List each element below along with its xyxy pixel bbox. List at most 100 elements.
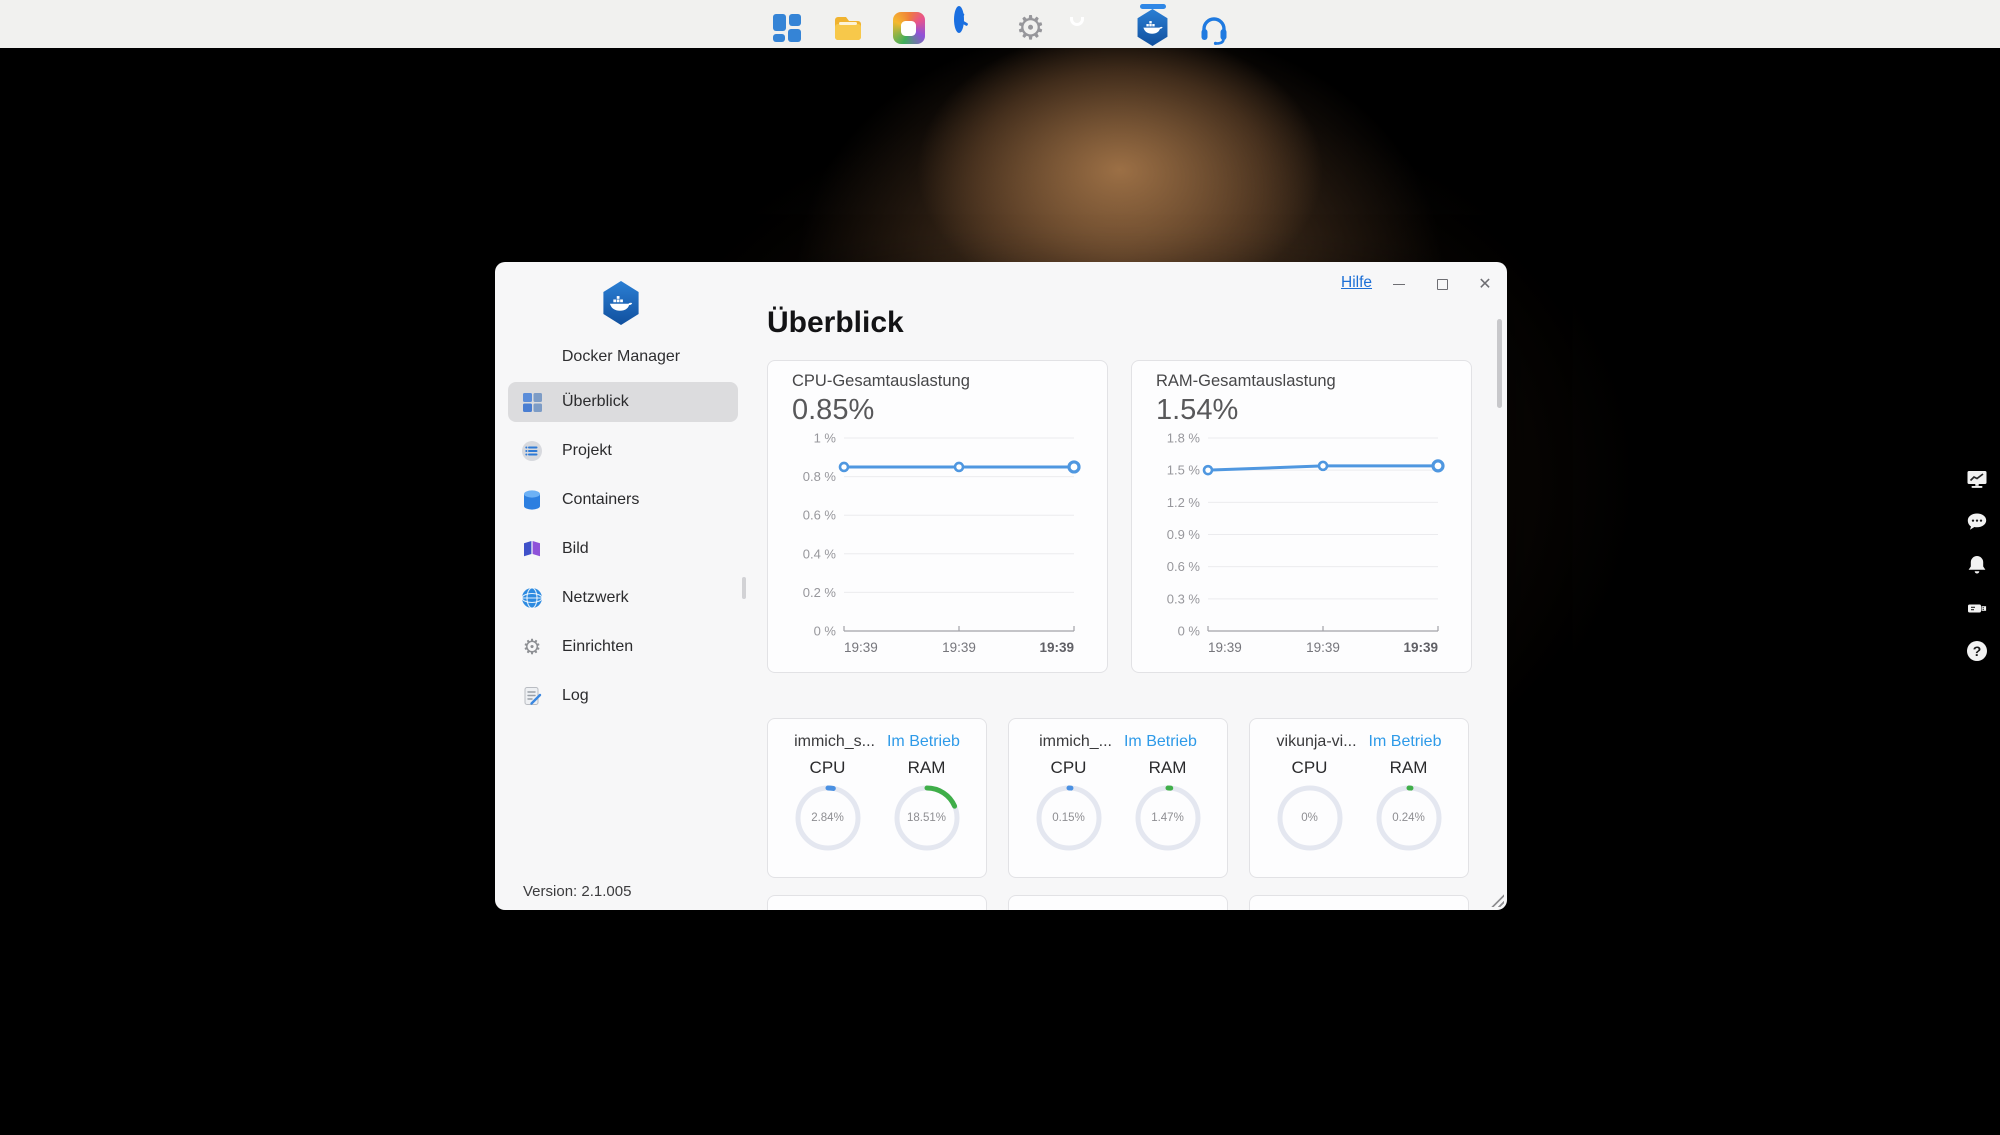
- headset-icon: [1197, 11, 1231, 45]
- sidebar-item-netzwerk[interactable]: Netzwerk: [508, 578, 738, 618]
- log-icon: [519, 683, 545, 709]
- ram-gauge-value: 18.51%: [892, 783, 962, 853]
- sidebar-item-label: Log: [562, 687, 589, 705]
- package-bag-icon: [1075, 11, 1109, 45]
- cpu-gauge-value: 0%: [1275, 783, 1345, 853]
- grid-icon: [519, 389, 545, 415]
- scrollbar-thumb[interactable]: [1497, 319, 1502, 408]
- svg-text:0.8 %: 0.8 %: [803, 469, 837, 484]
- chat-icon[interactable]: [1966, 511, 1988, 533]
- container-card-immich[interactable]: immich_... Im Betrieb CPU 0.15% RAM 1.47…: [1008, 718, 1228, 878]
- taskbar: ⚙: [0, 0, 2000, 48]
- svg-text:0.6 %: 0.6 %: [803, 508, 837, 523]
- ram-gauge: 0.24%: [1374, 783, 1444, 853]
- container-card-partial: [767, 895, 987, 910]
- cpu-label: CPU: [1019, 758, 1118, 778]
- window-resize-grip[interactable]: [1489, 892, 1504, 907]
- app-icon-backup-clock[interactable]: [953, 0, 987, 48]
- notifications-bell-icon[interactable]: [1966, 554, 1988, 576]
- container-status: Im Betrieb: [1124, 733, 1197, 751]
- svg-text:0 %: 0 %: [1178, 624, 1201, 639]
- tiles-icon: [770, 11, 804, 45]
- sidebar-item-log[interactable]: Log: [508, 676, 738, 716]
- app-icon-photos[interactable]: [892, 0, 926, 48]
- container-name: immich_s...: [794, 733, 875, 751]
- ram-label: RAM: [1118, 758, 1217, 778]
- sidebar-item-einrichten[interactable]: ⚙ Einrichten: [508, 627, 738, 667]
- container-card-header: immich_s... Im Betrieb: [768, 719, 986, 751]
- help-icon[interactable]: ?: [1966, 640, 1988, 662]
- app-icon-settings[interactable]: ⚙: [1014, 0, 1048, 48]
- sidebar-item-bild[interactable]: Bild: [508, 529, 738, 569]
- maximize-button[interactable]: [1431, 274, 1453, 294]
- svg-text:19:39: 19:39: [1039, 640, 1074, 655]
- sidebar-item-label: Einrichten: [562, 638, 633, 656]
- app-icon-support[interactable]: [1197, 0, 1231, 48]
- app-icon-files[interactable]: [831, 0, 865, 48]
- svg-text:1.2 %: 1.2 %: [1167, 495, 1201, 510]
- cpu-label: CPU: [778, 758, 877, 778]
- ram-gauge-value: 1.47%: [1133, 783, 1203, 853]
- sidebar-item-label: Containers: [562, 491, 639, 509]
- docker-icon: [1136, 11, 1170, 45]
- svg-text:0.3 %: 0.3 %: [1167, 591, 1201, 606]
- sidebar-menu: Überblick Projekt: [508, 382, 738, 716]
- sidebar-item-projekt[interactable]: Projekt: [508, 431, 738, 471]
- container-status: Im Betrieb: [1369, 733, 1442, 751]
- docker-logo: [601, 281, 641, 325]
- sidebar-resize-handle[interactable]: [742, 577, 746, 599]
- sidebar-item-ueberblick[interactable]: Überblick: [508, 382, 738, 422]
- cpu-gauge: 0.15%: [1034, 783, 1104, 853]
- svg-text:19:39: 19:39: [942, 640, 976, 655]
- ram-gauge: 18.51%: [892, 783, 962, 853]
- help-link[interactable]: Hilfe: [1341, 274, 1372, 292]
- ram-label: RAM: [877, 758, 976, 778]
- cpu-gauge: 0%: [1275, 783, 1345, 853]
- container-card-immich-s[interactable]: immich_s... Im Betrieb CPU 2.84% RAM 18.…: [767, 718, 987, 878]
- folder-icon: [831, 11, 865, 45]
- clock-icon: [953, 11, 987, 45]
- usb-icon[interactable]: [1966, 597, 1988, 619]
- database-icon: [519, 487, 545, 513]
- gear-icon: ⚙: [1014, 11, 1048, 45]
- container-name: immich_...: [1039, 733, 1112, 751]
- svg-text:19:39: 19:39: [1403, 640, 1438, 655]
- sidebar: Docker Manager Überblick: [495, 262, 747, 910]
- sidebar-item-containers[interactable]: Containers: [508, 480, 738, 520]
- cpu-gauge: 2.84%: [793, 783, 863, 853]
- minimize-button[interactable]: [1388, 274, 1410, 294]
- container-status: Im Betrieb: [887, 733, 960, 751]
- ram-gauge: 1.47%: [1133, 783, 1203, 853]
- cpu-gauge-value: 2.84%: [793, 783, 863, 853]
- svg-text:1.8 %: 1.8 %: [1167, 431, 1201, 446]
- gauges-row: CPU 2.84% RAM 18.51%: [768, 758, 986, 853]
- sidebar-item-label: Überblick: [562, 393, 629, 411]
- svg-text:0.6 %: 0.6 %: [1167, 559, 1201, 574]
- svg-text:1.5 %: 1.5 %: [1167, 463, 1201, 478]
- cpu-usage-card: CPU-Gesamtauslastung 0.85% 1 %0.8 %0.6 %…: [767, 360, 1108, 673]
- version-label: Version: 2.1.005: [523, 883, 631, 900]
- app-icon-package-center[interactable]: [1075, 0, 1109, 48]
- globe-icon: [519, 585, 545, 611]
- ram-gauge-value: 0.24%: [1374, 783, 1444, 853]
- app-icon-docker[interactable]: [1136, 0, 1170, 48]
- ram-usage-chart: 1.8 % 1.5 % 1.2 % 0.9 % 0.6 % 0.3 % 0 % 19:39 19…: [1132, 361, 1473, 674]
- svg-text:0.4 %: 0.4 %: [803, 546, 837, 561]
- svg-text:0.9 %: 0.9 %: [1167, 527, 1201, 542]
- photos-icon: [892, 11, 926, 45]
- ram-usage-card: RAM-Gesamtauslastung 1.54% 1.8 %1.5 %1.2…: [1131, 360, 1472, 673]
- close-button[interactable]: ✕: [1474, 274, 1496, 294]
- resource-monitor-icon[interactable]: [1966, 468, 1988, 490]
- container-name: vikunja-vi...: [1277, 733, 1357, 751]
- svg-text:19:39: 19:39: [1208, 640, 1242, 655]
- edge-dock: ?: [1966, 468, 1988, 662]
- container-card-header: vikunja-vi... Im Betrieb: [1250, 719, 1468, 751]
- svg-text:19:39: 19:39: [844, 640, 878, 655]
- cpu-label: CPU: [1260, 758, 1359, 778]
- container-card-header: immich_... Im Betrieb: [1009, 719, 1227, 751]
- app-icon-tiles[interactable]: [770, 0, 804, 48]
- list-icon: [519, 438, 545, 464]
- ram-label: RAM: [1359, 758, 1458, 778]
- sidebar-item-label: Bild: [562, 540, 589, 558]
- container-card-vikunja[interactable]: vikunja-vi... Im Betrieb CPU 0% RAM 0.24…: [1249, 718, 1469, 878]
